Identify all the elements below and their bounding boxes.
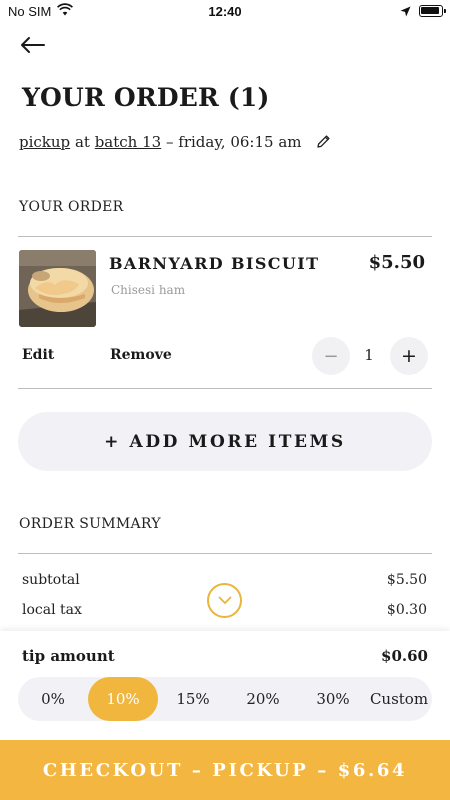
scroll-down-button[interactable] <box>207 583 242 618</box>
edit-item-button[interactable]: Edit <box>22 347 54 363</box>
order-info-separator: – <box>165 133 174 151</box>
item-thumbnail <box>19 250 96 327</box>
clock: 12:40 <box>208 4 242 19</box>
status-bar: No SIM 12:40 <box>0 0 450 22</box>
divider <box>18 553 432 554</box>
pencil-icon[interactable] <box>316 134 331 153</box>
back-button[interactable] <box>18 32 48 58</box>
tip-option-0[interactable]: 0% <box>18 677 88 721</box>
battery-icon <box>419 5 446 17</box>
location-link[interactable]: batch 13 <box>95 133 162 151</box>
chevron-down-icon <box>218 596 231 604</box>
minus-icon: − <box>323 345 339 367</box>
summary-value: $0.30 <box>386 602 427 618</box>
tip-label: tip amount <box>22 647 115 665</box>
order-info: pickup at batch 13 – friday, 06:15 am <box>19 133 331 153</box>
tip-option-30[interactable]: 30% <box>298 677 368 721</box>
tip-panel: tip amount $0.60 0% 10% 15% 20% 30% Cust… <box>0 631 450 741</box>
tip-option-10[interactable]: 10% <box>88 677 158 721</box>
summary-label: local tax <box>22 602 82 618</box>
location-arrow-icon <box>400 5 411 20</box>
pickup-time: friday, 06:15 am <box>178 133 302 151</box>
tip-option-custom[interactable]: Custom <box>366 677 432 721</box>
divider <box>18 388 432 389</box>
summary-label: subtotal <box>22 572 80 588</box>
arrow-left-icon <box>21 37 45 53</box>
page-title: YOUR ORDER (1) <box>22 83 270 112</box>
item-modifier: Chisesi ham <box>111 283 186 297</box>
increase-quantity-button[interactable]: + <box>390 337 428 375</box>
pickup-method-link[interactable]: pickup <box>19 133 70 151</box>
decrease-quantity-button[interactable]: − <box>312 337 350 375</box>
order-info-at: at <box>74 133 90 151</box>
tip-option-15[interactable]: 15% <box>158 677 228 721</box>
checkout-button[interactable]: CHECKOUT – PICKUP – $6.64 <box>0 740 450 800</box>
order-summary-heading: ORDER SUMMARY <box>19 516 161 532</box>
summary-value: $5.50 <box>386 572 427 588</box>
your-order-heading: YOUR ORDER <box>19 199 124 215</box>
item-price: $5.50 <box>368 252 425 273</box>
add-more-items-button[interactable]: + ADD MORE ITEMS <box>18 412 432 471</box>
item-quantity: 1 <box>364 346 374 364</box>
divider <box>18 236 432 237</box>
remove-item-button[interactable]: Remove <box>110 347 172 363</box>
tip-amount: $0.60 <box>381 647 428 665</box>
tip-option-20[interactable]: 20% <box>228 677 298 721</box>
tip-selector: 0% 10% 15% 20% 30% Custom <box>18 677 432 721</box>
item-name: BARNYARD BISCUIT <box>109 254 320 273</box>
plus-icon: + <box>401 345 417 367</box>
